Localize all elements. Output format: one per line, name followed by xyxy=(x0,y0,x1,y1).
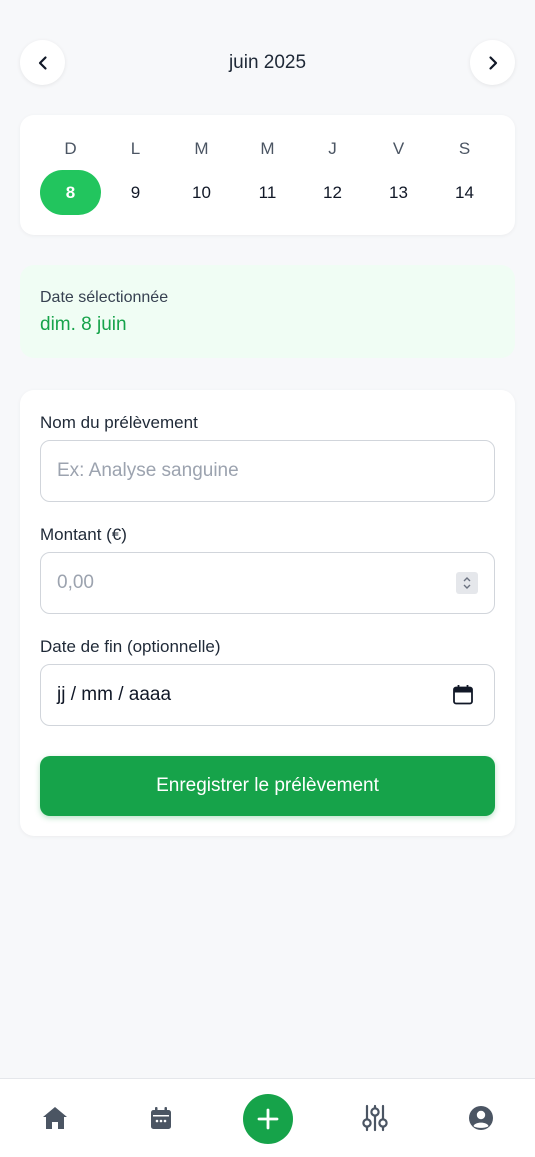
weekday-label: M xyxy=(260,139,275,158)
selected-date-value: dim. 8 juin xyxy=(40,314,127,335)
month-title: juin 2025 xyxy=(228,51,307,73)
selected-date-label: Date sélectionnée xyxy=(40,289,169,306)
name-input[interactable]: Ex: Analyse sanguine xyxy=(40,440,495,502)
user-circle-icon xyxy=(469,1106,493,1130)
bottom-navigation xyxy=(0,1078,535,1157)
selected-date-panel: Date sélectionnée dim. 8 juin xyxy=(20,265,515,358)
end-date-input[interactable]: jj / mm / aaaa xyxy=(40,664,495,726)
prev-month-button[interactable] xyxy=(20,40,65,85)
end-date-field-label: Date de fin (optionnelle) xyxy=(40,637,221,656)
amount-field-label: Montant (€) xyxy=(40,525,127,544)
name-field-label: Nom du prélèvement xyxy=(40,413,198,432)
end-date-input-value: jj / mm / aaaa xyxy=(57,684,172,705)
day-button[interactable]: 9 xyxy=(105,170,166,215)
number-spinner-icon[interactable] xyxy=(456,572,478,594)
chevron-right-icon xyxy=(488,55,497,70)
calendar-header: juin 2025 xyxy=(20,40,515,85)
save-withdrawal-button[interactable]: Enregistrer le prélèvement xyxy=(40,756,495,816)
calendar-icon xyxy=(151,1107,171,1129)
weekday-label: S xyxy=(458,139,471,158)
amount-input-placeholder: 0,00 xyxy=(57,572,94,593)
nav-calendar[interactable] xyxy=(146,1103,176,1133)
day-button[interactable]: 14 xyxy=(434,170,495,215)
withdrawal-form: Nom du prélèvement Ex: Analyse sanguine … xyxy=(20,390,515,836)
name-input-placeholder: Ex: Analyse sanguine xyxy=(57,460,239,481)
nav-home[interactable] xyxy=(40,1103,70,1133)
nav-profile[interactable] xyxy=(466,1103,496,1133)
sliders-icon xyxy=(362,1104,388,1132)
weekday-label: L xyxy=(130,139,141,158)
chevron-left-icon xyxy=(38,55,47,70)
weekday-label: J xyxy=(328,139,337,158)
day-button-selected[interactable]: 8 xyxy=(40,170,101,215)
weekday-label: V xyxy=(392,139,405,158)
nav-settings[interactable] xyxy=(360,1103,390,1133)
next-month-button[interactable] xyxy=(470,40,515,85)
home-icon xyxy=(43,1107,67,1129)
day-button[interactable]: 12 xyxy=(302,170,363,215)
amount-input[interactable]: 0,00 xyxy=(40,552,495,614)
day-button[interactable]: 10 xyxy=(171,170,232,215)
day-button[interactable]: 11 xyxy=(237,170,298,215)
week-strip: D L M M J V S 8 9 10 11 12 13 14 xyxy=(20,115,515,235)
day-button[interactable]: 13 xyxy=(368,170,429,215)
add-button[interactable] xyxy=(243,1094,293,1144)
weekday-label: D xyxy=(64,139,77,158)
add-icon xyxy=(257,1108,279,1130)
weekday-label: M xyxy=(194,139,209,158)
calendar-icon[interactable] xyxy=(452,684,474,706)
